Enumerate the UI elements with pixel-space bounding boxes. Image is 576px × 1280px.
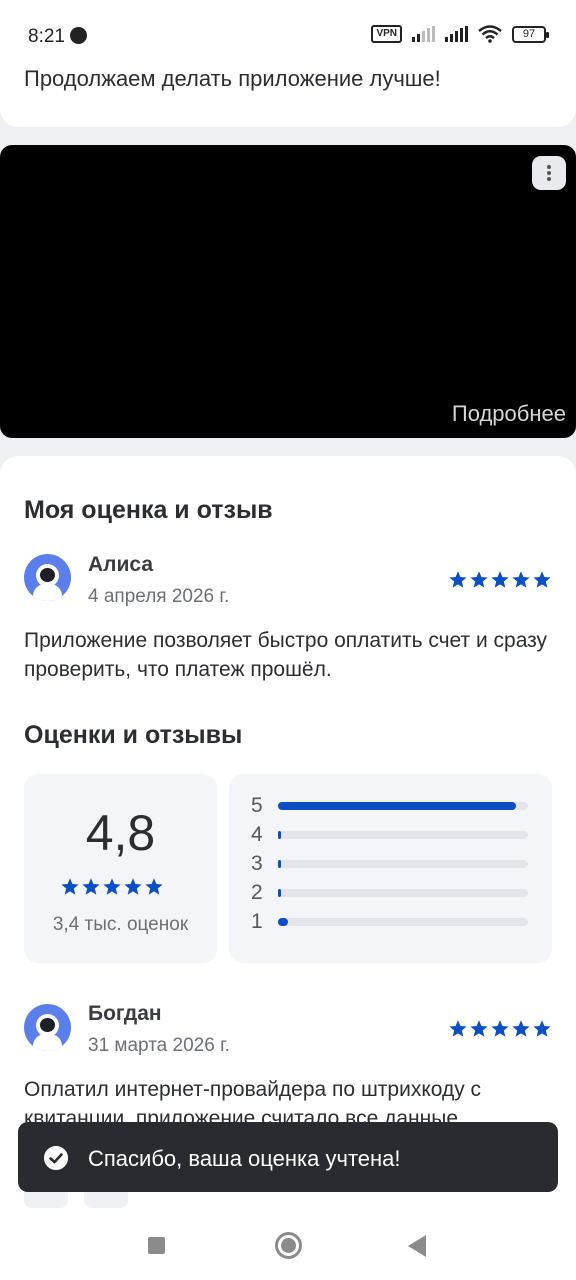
home-button[interactable] — [275, 1232, 302, 1259]
distribution-label: 4 — [251, 823, 263, 846]
battery-icon: 97 — [512, 25, 549, 43]
distribution-track — [278, 889, 528, 897]
star-icon — [491, 1020, 509, 1037]
ratings-title: Оценки и отзывы — [24, 721, 243, 749]
star-icon — [491, 571, 509, 588]
star-icon — [512, 571, 530, 588]
review-date: 31 марта 2026 г. — [88, 1035, 230, 1056]
star-icon — [470, 1020, 488, 1037]
review-text: Приложение позволяет быстро оплатить сче… — [24, 629, 548, 681]
review-date: 4 апреля 2026 г. — [88, 586, 230, 607]
distribution-fill — [278, 802, 516, 810]
distribution-label: 5 — [251, 794, 263, 817]
distribution-track — [278, 802, 528, 810]
distribution-row: 1 — [251, 910, 531, 934]
video-player[interactable]: Подробнее — [0, 145, 576, 438]
star-icon — [103, 878, 121, 895]
toast-notification: Спасибо, ваша оценка учтена! — [18, 1122, 558, 1192]
average-rating: 4,8 — [85, 805, 156, 861]
star-icon — [82, 878, 100, 895]
star-icon — [533, 571, 551, 588]
more-vertical-icon — [547, 165, 551, 169]
distribution-fill — [278, 918, 288, 926]
distribution-row: 2 — [251, 881, 531, 905]
check-circle-icon — [44, 1146, 68, 1170]
average-rating-box: 4,8 3,4 тыс. оценок — [24, 774, 217, 963]
distribution-row: 5 — [251, 794, 531, 818]
globe-icon — [70, 27, 87, 44]
distribution-track — [278, 860, 528, 868]
signal-icon — [412, 26, 435, 42]
navigation-bar — [0, 1210, 576, 1280]
toast-text: Спасибо, ваша оценка учтена! — [88, 1146, 401, 1171]
rating-distribution: 5 4 3 2 1 — [229, 774, 552, 963]
back-button[interactable] — [408, 1235, 426, 1257]
video-more-link[interactable]: Подробнее — [452, 401, 566, 427]
distribution-row: 3 — [251, 852, 531, 876]
star-icon — [533, 1020, 551, 1037]
status-time: 8:21 — [28, 26, 65, 47]
distribution-fill — [278, 860, 281, 868]
distribution-row: 4 — [251, 823, 531, 847]
info-card-text: Продолжаем делать приложение лучше! — [24, 66, 441, 91]
star-icon — [124, 878, 142, 895]
my-review-title: Моя оценка и отзыв — [24, 496, 273, 524]
distribution-fill — [278, 889, 281, 897]
more-options-button[interactable] — [532, 156, 566, 190]
avatar — [24, 1004, 71, 1051]
star-icon — [470, 571, 488, 588]
review-stars — [448, 570, 552, 590]
distribution-track — [278, 918, 528, 926]
info-card: Продолжаем делать приложение лучше! — [0, 60, 576, 127]
distribution-label: 3 — [251, 852, 263, 875]
recent-apps-button[interactable] — [148, 1237, 165, 1254]
distribution-track — [278, 831, 528, 839]
reviewer-name: Алиса — [88, 553, 154, 576]
star-icon — [61, 878, 79, 895]
average-stars — [60, 877, 164, 897]
star-icon — [145, 878, 163, 895]
distribution-label: 1 — [251, 910, 263, 933]
star-icon — [512, 1020, 530, 1037]
distribution-fill — [278, 831, 281, 839]
avatar — [24, 554, 71, 601]
wifi-icon — [478, 25, 502, 43]
review-stars — [448, 1019, 552, 1039]
status-icons: VPN 97 — [371, 25, 549, 43]
distribution-label: 2 — [251, 881, 263, 904]
ratings-count: 3,4 тыс. оценок — [52, 914, 189, 935]
reviewer-name: Богдан — [88, 1002, 162, 1025]
star-icon — [449, 1020, 467, 1037]
vpn-badge: VPN — [371, 25, 402, 43]
signal-icon — [445, 26, 468, 42]
star-icon — [449, 571, 467, 588]
